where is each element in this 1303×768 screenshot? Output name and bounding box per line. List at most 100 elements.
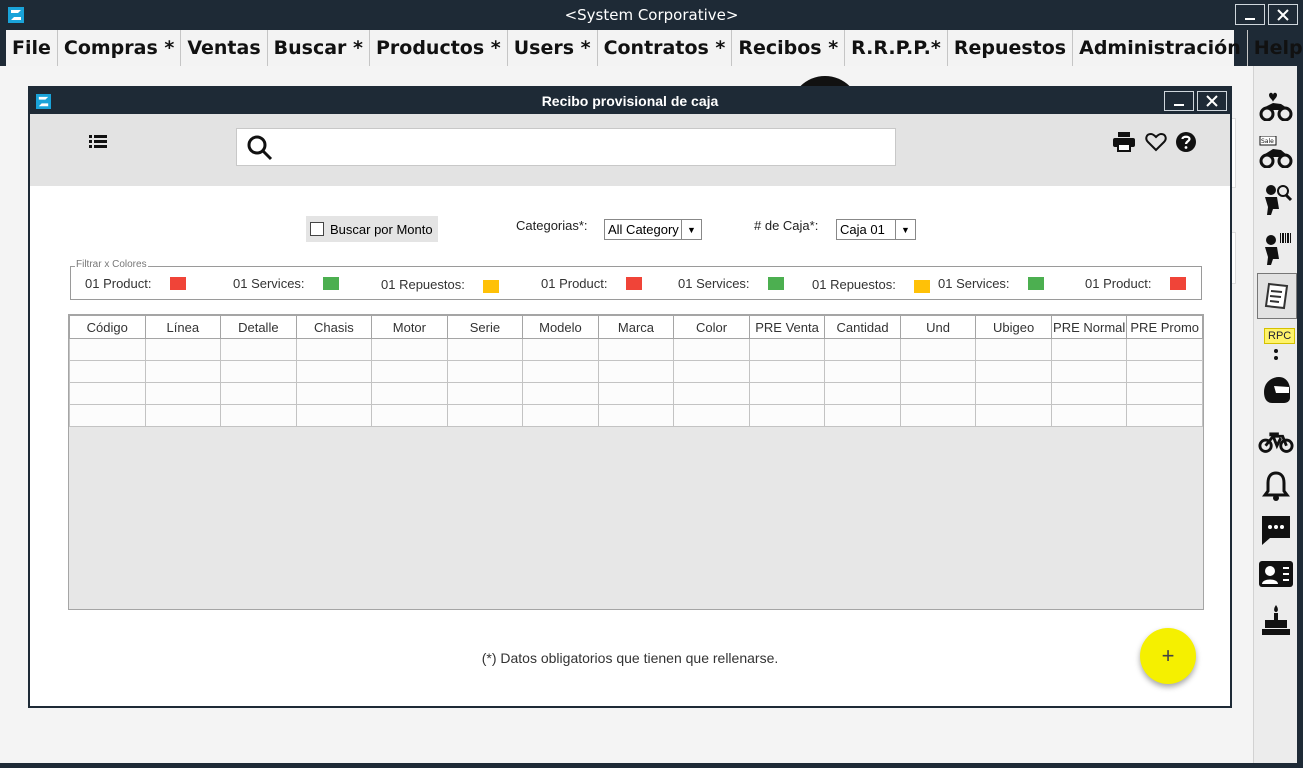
table-cell[interactable] — [1050, 404, 1128, 427]
buscar-por-monto-toggle[interactable]: Buscar por Monto — [306, 216, 438, 242]
table-column-header[interactable]: PRE Normal — [1050, 315, 1128, 339]
table-cell[interactable] — [748, 338, 826, 361]
table-cell[interactable] — [144, 382, 222, 405]
receipt-icon[interactable] — [1257, 273, 1297, 319]
menu-item[interactable]: Contratos * — [598, 30, 733, 66]
table-cell[interactable] — [899, 382, 977, 405]
rider-barcode-icon[interactable] — [1258, 230, 1294, 266]
table-cell[interactable] — [446, 382, 524, 405]
menu-item[interactable]: Productos * — [370, 30, 508, 66]
table-cell[interactable] — [69, 382, 146, 405]
table-column-header[interactable]: Cantidad — [824, 315, 901, 339]
menu-item[interactable]: Compras * — [58, 30, 182, 66]
table-cell[interactable] — [295, 360, 373, 383]
table-cell[interactable] — [371, 338, 448, 361]
table-cell[interactable] — [824, 338, 901, 361]
motorcycle-icon[interactable] — [1258, 423, 1294, 459]
atv-heart-icon[interactable] — [1258, 88, 1294, 124]
table-cell[interactable] — [522, 338, 599, 361]
table-cell[interactable] — [597, 338, 675, 361]
helmet-icon[interactable] — [1258, 372, 1294, 408]
table-cell[interactable] — [1050, 382, 1128, 405]
table-cell[interactable] — [69, 404, 146, 427]
table-cell[interactable] — [220, 382, 297, 405]
table-cell[interactable] — [522, 382, 599, 405]
table-cell[interactable] — [522, 404, 599, 427]
table-column-header[interactable]: Color — [673, 315, 750, 339]
table-cell[interactable] — [371, 404, 448, 427]
table-column-header[interactable]: Código — [69, 315, 146, 339]
table-cell[interactable] — [220, 360, 297, 383]
table-cell[interactable] — [673, 338, 750, 361]
menu-item[interactable]: Repuestos — [948, 30, 1074, 66]
menu-item[interactable]: Help * — [1248, 30, 1303, 66]
list-menu-icon[interactable] — [86, 130, 110, 154]
table-cell[interactable] — [522, 360, 599, 383]
color-chip[interactable]: 01 Product: — [1085, 276, 1186, 291]
favorite-heart-icon[interactable] — [1144, 130, 1168, 154]
menu-item[interactable]: Recibos * — [732, 30, 846, 66]
table-cell[interactable] — [748, 360, 826, 383]
table-cell[interactable] — [597, 404, 675, 427]
table-cell[interactable] — [371, 382, 448, 405]
table-cell[interactable] — [1050, 338, 1128, 361]
table-column-header[interactable]: Serie — [446, 315, 524, 339]
table-row[interactable] — [69, 338, 1203, 361]
table-cell[interactable] — [446, 404, 524, 427]
table-cell[interactable] — [69, 338, 146, 361]
table-cell[interactable] — [899, 360, 977, 383]
table-column-header[interactable]: Modelo — [522, 315, 599, 339]
table-column-header[interactable]: Motor — [371, 315, 448, 339]
table-column-header[interactable]: PRE Promo — [1126, 315, 1203, 339]
table-cell[interactable] — [975, 360, 1052, 383]
person-question-icon[interactable] — [1258, 336, 1294, 362]
items-table-container[interactable]: Código Línea Detalle Chasis Motor Serie Modelo… — [68, 314, 1204, 610]
category-select[interactable]: All Category ▼ — [604, 219, 702, 240]
menu-item[interactable]: Buscar * — [268, 30, 370, 66]
table-cell[interactable] — [446, 360, 524, 383]
menu-item[interactable]: Users * — [508, 30, 598, 66]
help-icon[interactable] — [1174, 130, 1198, 154]
table-cell[interactable] — [1050, 360, 1128, 383]
table-cell[interactable] — [69, 360, 146, 383]
buscar-por-monto-checkbox[interactable] — [310, 222, 324, 236]
table-row[interactable] — [69, 382, 1203, 405]
color-chip[interactable]: 01 Repuestos: — [381, 276, 499, 293]
table-row[interactable] — [69, 360, 1203, 383]
table-cell[interactable] — [1126, 382, 1203, 405]
print-icon[interactable] — [1112, 130, 1136, 154]
table-cell[interactable] — [144, 404, 222, 427]
table-column-header[interactable]: Línea — [144, 315, 222, 339]
caja-select[interactable]: Caja 01 ▼ — [836, 219, 916, 240]
table-row[interactable] — [69, 404, 1203, 427]
table-cell[interactable] — [673, 360, 750, 383]
table-cell[interactable] — [597, 360, 675, 383]
search-input[interactable] — [293, 135, 883, 159]
table-cell[interactable] — [975, 338, 1052, 361]
table-cell[interactable] — [295, 382, 373, 405]
table-column-header[interactable]: Und — [899, 315, 977, 339]
table-cell[interactable] — [824, 404, 901, 427]
color-chip[interactable]: 01 Services: — [938, 276, 1044, 291]
table-cell[interactable] — [824, 382, 901, 405]
menu-item[interactable]: Ventas — [181, 30, 268, 66]
table-cell[interactable] — [220, 404, 297, 427]
dialog-close-button[interactable] — [1197, 91, 1227, 111]
menu-item[interactable]: R.R.P.P.* — [845, 30, 948, 66]
menu-item[interactable]: File — [6, 30, 58, 66]
table-cell[interactable] — [295, 404, 373, 427]
table-cell[interactable] — [748, 382, 826, 405]
birthday-cake-icon[interactable] — [1258, 602, 1294, 638]
add-button[interactable]: + — [1140, 628, 1196, 684]
color-chip[interactable]: 01 Product: — [541, 276, 642, 291]
table-cell[interactable] — [975, 404, 1052, 427]
table-column-header[interactable]: Ubigeo — [975, 315, 1052, 339]
dialog-minimize-button[interactable] — [1164, 91, 1194, 111]
chat-icon[interactable] — [1258, 512, 1294, 548]
table-cell[interactable] — [673, 382, 750, 405]
color-chip[interactable]: 01 Services: — [678, 276, 784, 291]
table-cell[interactable] — [446, 338, 524, 361]
table-cell[interactable] — [1126, 360, 1203, 383]
close-button[interactable] — [1268, 4, 1298, 25]
minimize-button[interactable] — [1235, 4, 1265, 25]
